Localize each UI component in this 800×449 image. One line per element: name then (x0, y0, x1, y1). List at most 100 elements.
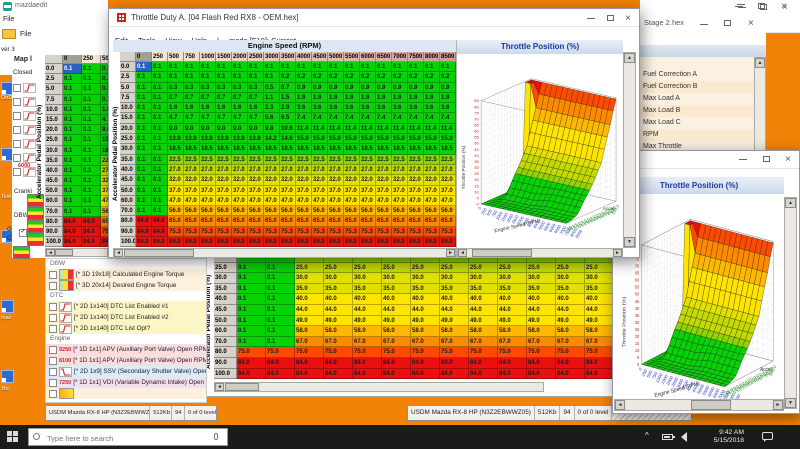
table-cell[interactable]: 2.3 (264, 103, 280, 113)
table-cell[interactable]: 56.0 (296, 206, 312, 216)
table-cell[interactable]: 65.0 (344, 216, 360, 226)
table-cell[interactable]: 35.0 (469, 284, 498, 295)
table-cell[interactable]: 40.0 (440, 294, 469, 305)
table-cell[interactable]: 0.1 (200, 62, 216, 72)
table-cell[interactable]: 0.3 (232, 83, 248, 93)
table-cell[interactable]: 0.7 (200, 93, 216, 103)
table-cell[interactable]: 84.0 (237, 369, 266, 380)
table-cell[interactable]: 11.4 (376, 124, 392, 134)
row-header[interactable]: 40.0 (214, 294, 237, 305)
table-cell[interactable]: 49.0 (353, 316, 382, 327)
table-cell[interactable]: 0.7 (280, 83, 296, 93)
table-cell[interactable]: 44.0 (353, 305, 382, 316)
table-cell[interactable]: 18.5 (312, 144, 328, 154)
table-cell[interactable]: 32.0 (232, 175, 248, 185)
table-cell[interactable]: 37.0 (424, 186, 440, 196)
table-cell[interactable]: 7.4 (424, 113, 440, 123)
title-bar[interactable]: Throttle Duty A. [04 Flash Red RX8 - OEM… (109, 9, 639, 27)
table-cell[interactable]: 0.1 (63, 186, 82, 196)
table-cell[interactable]: 44.0 (440, 305, 469, 316)
table-cell[interactable]: 58.0 (411, 326, 440, 337)
table-cell[interactable]: 67.0 (295, 337, 324, 348)
table-cell[interactable]: 0.1 (82, 95, 101, 105)
table-cell[interactable]: 18.5 (408, 144, 424, 154)
table-cell[interactable]: 4.7 (216, 113, 232, 123)
table-cell[interactable]: 0.3 (101, 84, 108, 94)
column-header[interactable]: 0 (63, 55, 82, 64)
table-cell[interactable]: 35.0 (527, 284, 556, 295)
table-cell[interactable]: 27.0 (232, 165, 248, 175)
table-cell[interactable]: 65.0 (376, 216, 392, 226)
row-header[interactable]: 5.0 (45, 84, 63, 94)
map-tree-item[interactable]: [* 2D 1x140] DTC List Enabled #1 (46, 301, 206, 312)
table-cell[interactable]: 84.0 (353, 369, 382, 380)
table-cell[interactable]: 40.0 (469, 294, 498, 305)
column-header[interactable]: 4000 (296, 52, 312, 62)
row-header[interactable]: 0.0 (120, 62, 136, 72)
table-cell[interactable]: 32.0 (101, 176, 108, 186)
row-header[interactable]: 0.0 (45, 64, 63, 74)
table-cell[interactable]: 30.0 (527, 273, 556, 284)
table-cell[interactable]: 0.1 (63, 95, 82, 105)
table-cell[interactable]: 3.6 (328, 103, 344, 113)
table-cell[interactable]: 84.0 (136, 237, 152, 247)
table-cell[interactable]: 56.0 (440, 206, 456, 216)
table-cell[interactable]: 44.0 (411, 305, 440, 316)
row-header[interactable]: 90.0 (45, 227, 63, 237)
table-cell[interactable]: 0.1 (136, 206, 152, 216)
table-cell[interactable]: 1.9 (392, 93, 408, 103)
table-cell[interactable]: 25.0 (411, 263, 440, 274)
checkbox[interactable] (49, 314, 57, 322)
table-cell[interactable]: 32.0 (424, 175, 440, 185)
table-cell[interactable]: 1.9 (440, 93, 456, 103)
table-cell[interactable]: 84.0 (312, 237, 328, 247)
table-cell[interactable]: 58.0 (527, 326, 556, 337)
table-cell[interactable]: 0.1 (248, 62, 264, 72)
row-header[interactable]: 80.0 (214, 347, 237, 358)
desktop-shortcut-icon[interactable] (1, 370, 14, 383)
table-cell[interactable]: 0.1 (82, 186, 101, 196)
row-header[interactable]: 70.0 (120, 206, 136, 216)
table-cell[interactable]: 56.0 (424, 206, 440, 216)
table-cell[interactable]: 15.0 (296, 134, 312, 144)
table-cell[interactable]: 0.1 (237, 284, 266, 295)
row-header[interactable]: 35.0 (214, 284, 237, 295)
table-cell[interactable]: 84.0 (295, 369, 324, 380)
row-header[interactable]: 90.0 (120, 227, 136, 237)
table-cell[interactable]: 18.5 (328, 144, 344, 154)
table-cell[interactable]: 67.0 (527, 337, 556, 348)
row-header[interactable]: 45.0 (214, 305, 237, 316)
table-cell[interactable]: 0.1 (136, 83, 152, 93)
table-cell[interactable]: 25.0 (440, 263, 469, 274)
table-cell[interactable]: 9.0 (216, 124, 232, 134)
minimize-button[interactable] (700, 24, 708, 25)
table-cell[interactable]: 32.0 (376, 175, 392, 185)
table-cell[interactable]: 56.0 (392, 206, 408, 216)
table-cell[interactable]: 84.0 (469, 358, 498, 369)
table-cell[interactable]: 67.0 (469, 337, 498, 348)
table-cell[interactable]: 0.1 (266, 305, 295, 316)
table-cell[interactable]: 75.3 (168, 227, 184, 237)
table-cell[interactable]: 40.0 (556, 294, 585, 305)
row-header[interactable]: 50.0 (214, 316, 237, 327)
table-cell[interactable]: 1.9 (328, 93, 344, 103)
table-cell[interactable]: 18.5 (264, 144, 280, 154)
table-cell[interactable]: 22.5 (264, 155, 280, 165)
table-cell[interactable]: 0.1 (266, 337, 295, 348)
table-cell[interactable]: 7.4 (408, 113, 424, 123)
table-cell[interactable]: 75.3 (392, 227, 408, 237)
table-cell[interactable]: 84.0 (556, 369, 585, 380)
table-cell[interactable]: 84.0 (184, 237, 200, 247)
table-cell[interactable]: 0.1 (136, 93, 152, 103)
table-cell[interactable]: 0.1 (184, 62, 200, 72)
table-cell[interactable]: 67.0 (324, 337, 353, 348)
table-cell[interactable]: 0.2 (440, 72, 456, 82)
scroll-right-arrow[interactable]: ► (773, 400, 783, 410)
table-cell[interactable]: 84.0 (585, 369, 612, 380)
table-cell[interactable]: 0.2 (408, 72, 424, 82)
table-cell[interactable]: 3.6 (312, 103, 328, 113)
table-cell[interactable]: 32.0 (360, 175, 376, 185)
table-cell[interactable]: 0.7 (232, 93, 248, 103)
column-header[interactable]: 750 (184, 52, 200, 62)
table-cell[interactable]: 0.1 (266, 316, 295, 327)
